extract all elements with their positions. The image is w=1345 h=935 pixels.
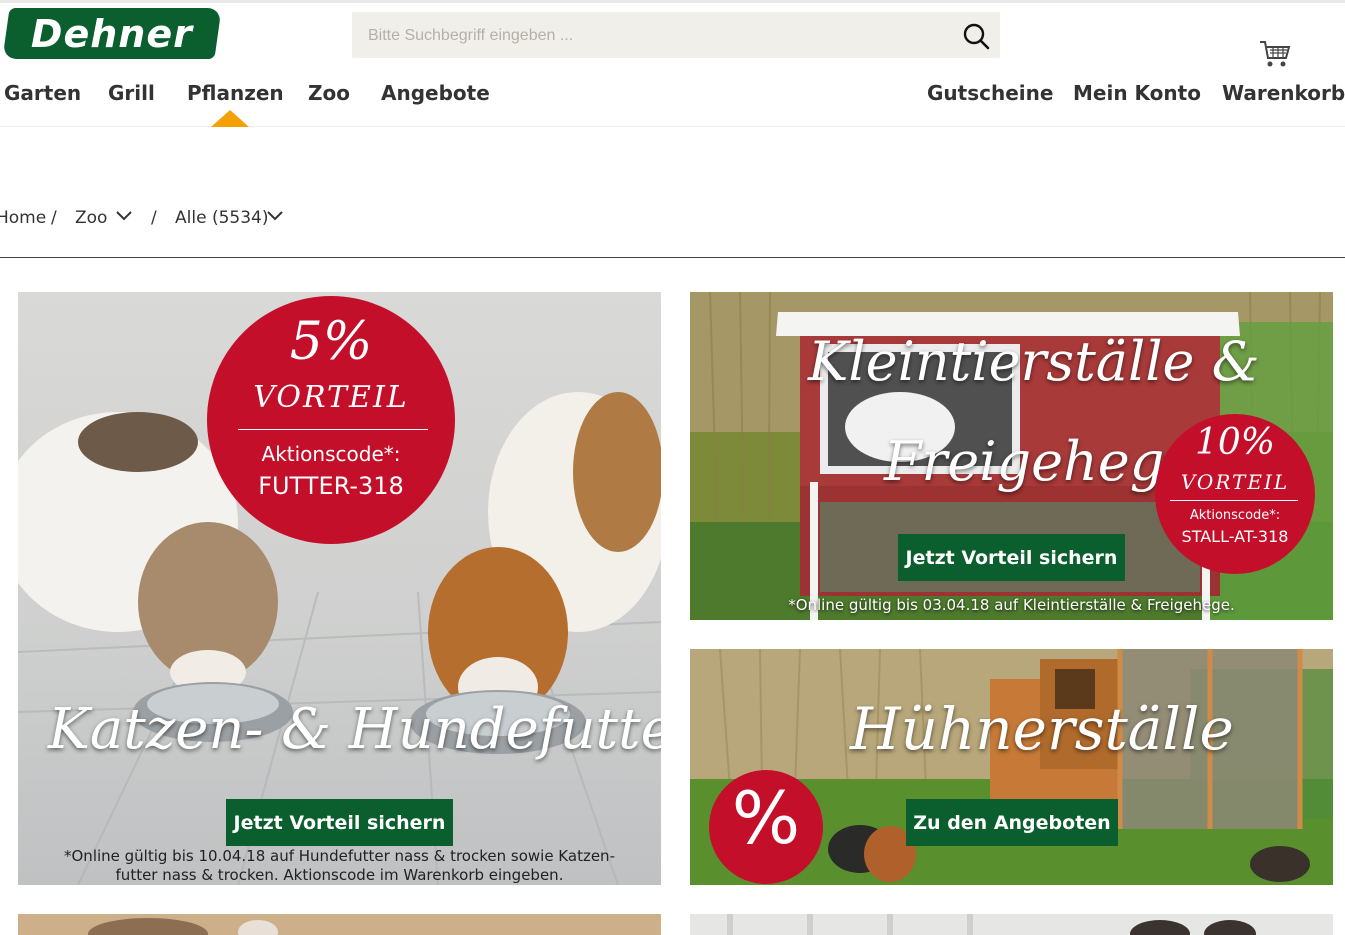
- next-right-photo: [690, 914, 1333, 935]
- nav-item-warenkorb[interactable]: Warenkorb: [1222, 80, 1345, 106]
- search-icon[interactable]: [962, 22, 990, 50]
- main-navigation: Garten Grill Pflanzen Zoo Angebote Gutsc…: [0, 80, 1345, 127]
- badge-vorteil: VORTEIL: [1180, 470, 1290, 494]
- banner-next-right[interactable]: [690, 914, 1333, 935]
- chevron-down-icon[interactable]: [266, 209, 284, 223]
- hutch-cta-button[interactable]: Jetzt Vorteil sichern: [898, 534, 1125, 581]
- nav-item-gutscheine[interactable]: Gutscheine: [927, 80, 1053, 106]
- chevron-down-icon[interactable]: [115, 209, 133, 223]
- badge-code-label: Aktionscode*:: [1189, 508, 1281, 523]
- discount-badge-5: 5% VORTEIL Aktionscode*: FUTTER-318: [207, 296, 455, 544]
- next-left-photo: [18, 914, 661, 935]
- pet-food-headline: Katzen- & Hundefutter: [48, 697, 661, 762]
- pet-food-disclaimer: *Online gültig bis 10.04.18 auf Hundefut…: [38, 847, 641, 885]
- search-input[interactable]: [366, 12, 950, 60]
- disclaimer-line: *Online gültig bis 10.04.18 auf Hundefut…: [64, 847, 615, 865]
- dehner-logo[interactable]: Dehner: [2, 8, 222, 59]
- coop-headline: Hühnerställe: [850, 695, 1234, 763]
- badge-rule: [238, 429, 428, 430]
- banner-pet-food[interactable]: 5% VORTEIL Aktionscode*: FUTTER-318 Katz…: [18, 292, 661, 885]
- breadcrumb-home[interactable]: Home: [0, 205, 46, 231]
- badge-rule: [1170, 500, 1298, 501]
- percent-symbol: %: [731, 776, 801, 860]
- hutch-headline-line1: Kleintierställe &: [808, 330, 1260, 393]
- nav-item-angebote[interactable]: Angebote: [381, 80, 490, 106]
- disclaimer-line: futter nass & trocken. Aktionscode im Wa…: [115, 866, 564, 884]
- nav-item-pflanzen[interactable]: Pflanzen: [187, 80, 284, 106]
- browser-top-line: [0, 0, 1345, 3]
- discount-badge-10: 10% VORTEIL Aktionscode*: STALL-AT-318: [1155, 414, 1315, 574]
- percent-badge: %: [709, 770, 823, 884]
- pet-food-cta-button[interactable]: Jetzt Vorteil sichern: [226, 799, 453, 846]
- nav-item-mein-konto[interactable]: Mein Konto: [1073, 80, 1201, 106]
- badge-code-label: Aktionscode*:: [261, 442, 401, 466]
- badge-code: FUTTER-318: [258, 472, 404, 500]
- badge-percent: 10%: [1194, 422, 1275, 463]
- breadcrumb-zoo[interactable]: Zoo: [75, 205, 107, 231]
- banner-chicken-coops[interactable]: Hühnerställe % Zu den Angeboten: [690, 649, 1333, 885]
- badge-code: STALL-AT-318: [1181, 527, 1289, 546]
- breadcrumb-alle[interactable]: Alle (5534): [175, 205, 268, 231]
- nav-item-grill[interactable]: Grill: [108, 80, 155, 106]
- logo-text: Dehner: [31, 11, 193, 56]
- shopping-cart-icon[interactable]: [1258, 38, 1292, 70]
- breadcrumb-separator: /: [51, 208, 57, 228]
- badge-percent: 5%: [289, 312, 373, 372]
- coop-cta-button[interactable]: Zu den Angeboten: [906, 799, 1118, 846]
- banner-next-left[interactable]: [18, 914, 661, 935]
- search-bar: [352, 12, 1000, 60]
- breadcrumb-separator: /: [151, 208, 157, 228]
- hutch-disclaimer: *Online gültig bis 03.04.18 auf Kleintie…: [788, 596, 1235, 614]
- banner-small-animal-hutches[interactable]: Kleintierställe & Freigehege 10% VORTEIL…: [690, 292, 1333, 620]
- active-nav-indicator: [211, 110, 249, 127]
- nav-item-garten[interactable]: Garten: [4, 80, 81, 106]
- badge-vorteil: VORTEIL: [253, 380, 409, 415]
- nav-item-zoo[interactable]: Zoo: [308, 80, 350, 106]
- breadcrumb-divider: [0, 257, 1345, 258]
- hutch-headline-line2: Freigehege: [884, 430, 1197, 493]
